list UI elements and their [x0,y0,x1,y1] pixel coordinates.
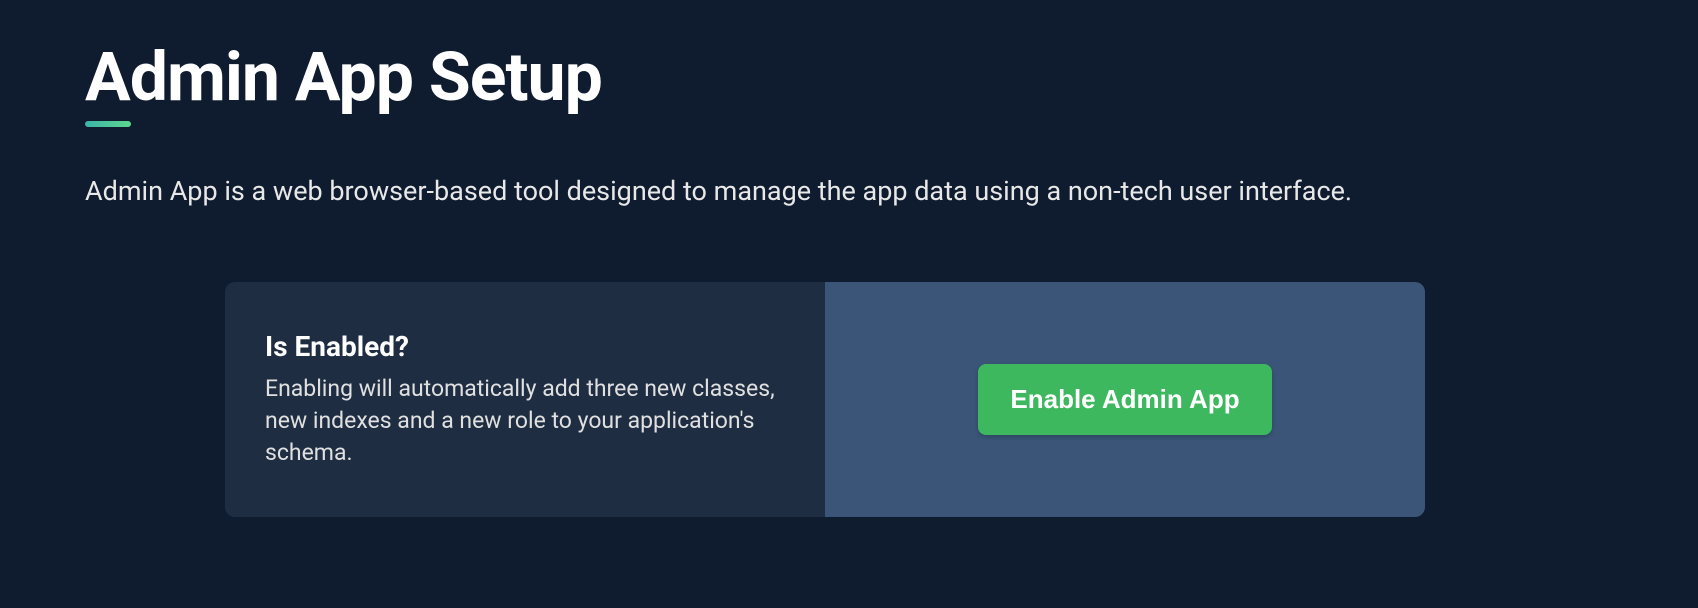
card-description: Enabling will automatically add three ne… [265,373,785,470]
page-title: Admin App Setup [85,40,1613,115]
card-action-panel: Enable Admin App [825,282,1425,518]
enable-card: Is Enabled? Enabling will automatically … [225,282,1425,518]
title-underline [85,121,131,127]
page-description: Admin App is a web browser-based tool de… [85,175,1613,207]
enable-admin-app-button[interactable]: Enable Admin App [978,364,1271,435]
card-info-panel: Is Enabled? Enabling will automatically … [225,282,825,518]
card-heading: Is Enabled? [265,330,785,363]
